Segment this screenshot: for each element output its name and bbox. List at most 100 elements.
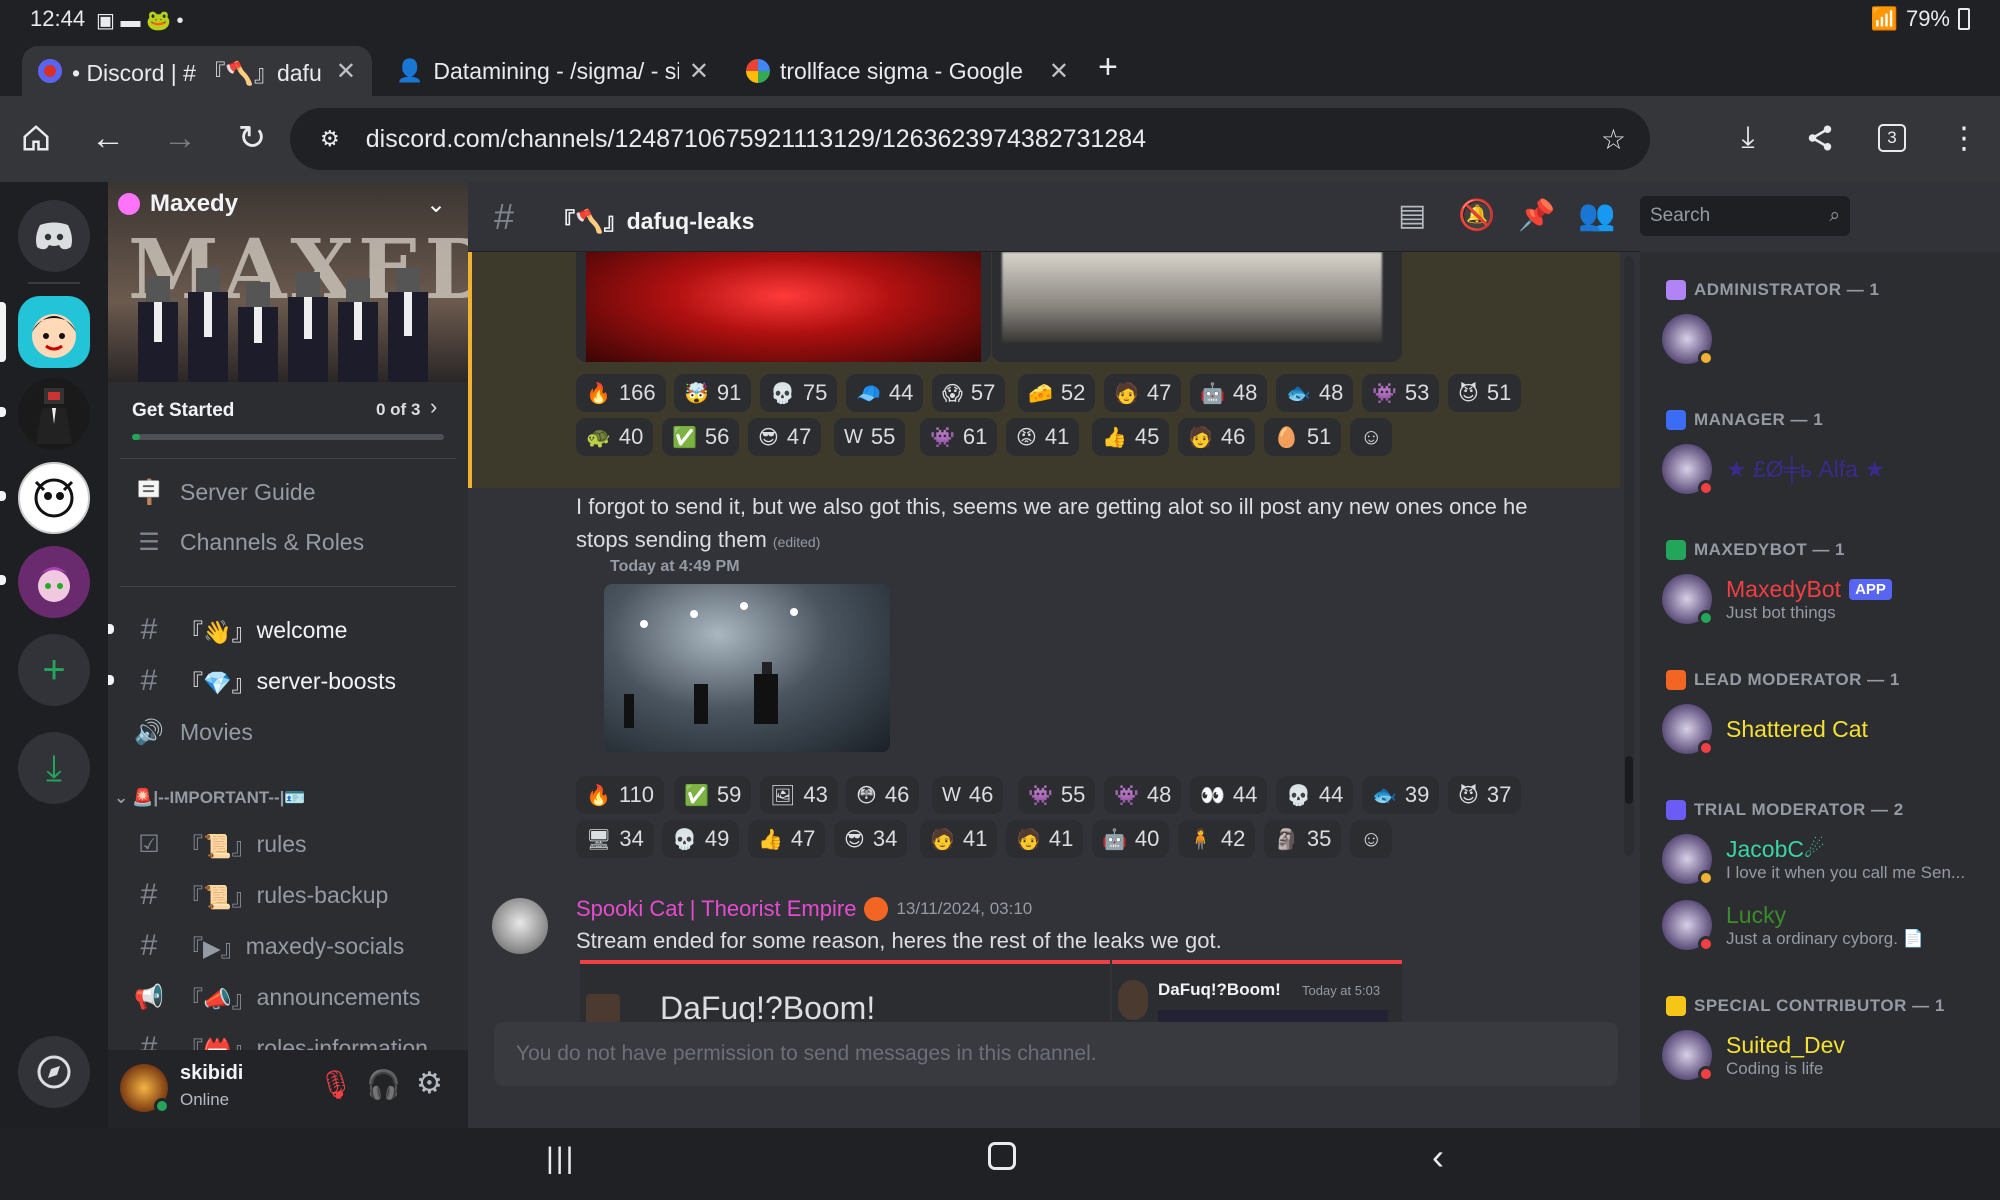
channel-announcements[interactable]: 📢 『📣』 announcements xyxy=(134,975,454,1019)
reaction-chip[interactable]: 💀 75 xyxy=(760,374,838,412)
server-suit-icon[interactable] xyxy=(18,378,90,450)
home-nav-icon[interactable] xyxy=(988,1142,1016,1170)
avatar[interactable] xyxy=(492,898,548,954)
reaction-chip[interactable]: ✅ 59 xyxy=(674,776,752,814)
username[interactable]: skibidi xyxy=(180,1062,243,1085)
download-apps-icon[interactable]: ⤓ xyxy=(18,732,90,804)
share-icon[interactable] xyxy=(1800,118,1840,158)
add-reaction-icon[interactable]: ☺ xyxy=(1350,418,1393,456)
image-attachment[interactable] xyxy=(576,252,991,362)
reaction-chip[interactable]: 🧑 41 xyxy=(920,820,998,858)
reaction-chip[interactable]: W 46 xyxy=(932,776,1004,814)
channel-maxedy-socials[interactable]: # 『▶』 maxedy-socials xyxy=(134,924,454,968)
close-tab-icon[interactable]: ✕ xyxy=(1049,57,1069,86)
forward-icon[interactable]: → xyxy=(160,118,200,158)
scrollbar-thumb[interactable] xyxy=(1625,756,1633,804)
download-icon[interactable]: ⤓ xyxy=(1728,118,1768,158)
channel-welcome[interactable]: # 『👋』 welcome xyxy=(134,608,454,652)
reaction-chip[interactable]: 🗿 35 xyxy=(1264,820,1342,858)
reaction-chip[interactable]: 🔥 110 xyxy=(576,776,664,814)
reaction-chip[interactable]: 🖼 43 xyxy=(760,776,838,814)
mic-muted-icon[interactable]: 🎙 xyxy=(318,1068,354,1101)
reaction-chip[interactable]: 🤖 48 xyxy=(1190,374,1268,412)
reaction-chip[interactable]: 😎 47 xyxy=(748,418,822,456)
home-icon[interactable] xyxy=(16,118,56,158)
reaction-chip[interactable]: 🤖 40 xyxy=(1092,820,1170,858)
pin-icon[interactable]: 📌 xyxy=(1518,198,1555,233)
reaction-chip[interactable]: 🐟 39 xyxy=(1362,776,1440,814)
video-thumbnail[interactable] xyxy=(604,584,890,752)
channel-movies[interactable]: 🔊 Movies xyxy=(134,710,454,754)
reaction-chip[interactable]: 🧑 41 xyxy=(1006,820,1084,858)
reload-icon[interactable]: ↻ xyxy=(232,118,272,158)
reaction-chip[interactable]: 🧑 47 xyxy=(1104,374,1182,412)
menu-icon[interactable]: ⋮ xyxy=(1944,118,1984,158)
reaction-chip[interactable]: 🧑 46 xyxy=(1178,418,1256,456)
member-list-icon[interactable]: 👥 xyxy=(1578,198,1615,233)
headphones-icon[interactable]: 🎧 xyxy=(366,1068,401,1101)
channels-roles-link[interactable]: ☰ Channels & Roles xyxy=(134,520,454,564)
reaction-chip[interactable]: 👍 47 xyxy=(748,820,826,858)
category-important[interactable]: ⌄ 🚨|--IMPORTANT--|🪪 xyxy=(114,788,306,808)
server-maxedy-icon[interactable] xyxy=(18,296,90,368)
reaction-chip[interactable]: 🖥 34 xyxy=(576,820,654,858)
reaction-chip[interactable]: ✅ 56 xyxy=(662,418,740,456)
bookmark-star-icon[interactable]: ☆ xyxy=(1601,123,1626,156)
settings-gear-icon[interactable]: ⚙ xyxy=(416,1066,443,1101)
back-icon[interactable]: ← xyxy=(88,118,128,158)
close-tab-icon[interactable]: ✕ xyxy=(689,57,709,86)
channel-rules-backup[interactable]: # 『📜』 rules-backup xyxy=(134,873,454,917)
threads-icon[interactable]: ▤ xyxy=(1398,198,1426,233)
reaction-chip[interactable]: 💀 49 xyxy=(662,820,740,858)
server-purple-icon[interactable] xyxy=(18,546,90,618)
reaction-chip[interactable]: 👾 55 xyxy=(1018,776,1096,814)
scrollbar-track[interactable] xyxy=(1624,256,1634,856)
search-input[interactable]: Search ⌕ xyxy=(1640,196,1850,236)
server-sketch-icon[interactable] xyxy=(18,462,90,534)
reaction-chip[interactable]: 😡 41 xyxy=(1006,418,1080,456)
reaction-chip[interactable]: 👾 61 xyxy=(920,418,998,456)
discover-icon[interactable] xyxy=(18,1036,90,1108)
member-row[interactable] xyxy=(1662,310,1982,368)
discord-home-icon[interactable] xyxy=(18,200,90,272)
reaction-chip[interactable]: 🧢 44 xyxy=(846,374,924,412)
message-composer[interactable]: You do not have permission to send messa… xyxy=(494,1022,1618,1086)
channel-rules[interactable]: ☑ 『📜』 rules xyxy=(134,822,454,866)
get-started-label[interactable]: Get Started xyxy=(132,400,234,422)
reaction-chip[interactable]: 👾 48 xyxy=(1104,776,1182,814)
chevron-right-icon[interactable]: › xyxy=(430,394,437,420)
reaction-chip[interactable]: 😈 51 xyxy=(1448,374,1522,412)
image-attachment[interactable] xyxy=(992,252,1402,362)
tab-discord[interactable]: • Discord | # 『🪓』dafuq ✕ xyxy=(22,46,372,96)
member-row[interactable]: Suited_Dev Coding is life xyxy=(1662,1026,1982,1084)
close-tab-icon[interactable]: ✕ xyxy=(336,57,356,86)
reaction-chip[interactable]: 👀 44 xyxy=(1190,776,1268,814)
reaction-chip[interactable]: W 55 xyxy=(834,418,906,456)
address-bar[interactable]: ⚙ discord.com/channels/12487106759211131… xyxy=(290,108,1650,170)
member-row[interactable]: MaxedyBot APP Just bot things xyxy=(1662,570,1982,628)
server-header[interactable]: Maxedy xyxy=(118,190,238,218)
tab-switcher-button[interactable]: 3 xyxy=(1872,118,1912,158)
member-row[interactable]: JacobC☄ I love it when you call me Sen... xyxy=(1662,830,1982,888)
server-banner[interactable]: Maxedy ⌄ MAXEDY xyxy=(108,182,468,382)
author-name[interactable]: Spooki Cat | Theorist Empire xyxy=(576,896,856,922)
member-row[interactable]: Shattered Cat xyxy=(1662,700,1982,758)
chevron-down-icon[interactable]: ⌄ xyxy=(426,190,446,219)
add-server-icon[interactable]: + xyxy=(18,634,90,706)
notification-bell-muted-icon[interactable]: 🔕 xyxy=(1458,198,1495,233)
reaction-chip[interactable]: 😎 34 xyxy=(834,820,908,858)
add-reaction-icon[interactable]: ☺ xyxy=(1350,820,1393,858)
member-row[interactable]: Lucky Just a ordinary cyborg. 📄 xyxy=(1662,896,1982,954)
reaction-chip[interactable]: 🧀 52 xyxy=(1018,374,1096,412)
reaction-chip[interactable]: 🐢 40 xyxy=(576,418,654,456)
site-settings-icon[interactable]: ⚙ xyxy=(320,126,340,152)
tab-datamining[interactable]: 👤 Datamining - /sigma/ - si ✕ xyxy=(380,46,725,96)
reaction-chip[interactable]: 😳 46 xyxy=(846,776,920,814)
reaction-chip[interactable]: 🔥 166 xyxy=(576,374,666,412)
reaction-chip[interactable]: 😈 37 xyxy=(1448,776,1522,814)
reaction-chip[interactable]: 🥚 51 xyxy=(1264,418,1342,456)
reaction-chip[interactable]: 😱 57 xyxy=(932,374,1006,412)
member-row[interactable]: ★ £Ø╪ь Alfa ★ xyxy=(1662,440,1982,498)
reaction-chip[interactable]: 🤯 91 xyxy=(674,374,752,412)
new-tab-icon[interactable]: + xyxy=(1098,48,1118,87)
